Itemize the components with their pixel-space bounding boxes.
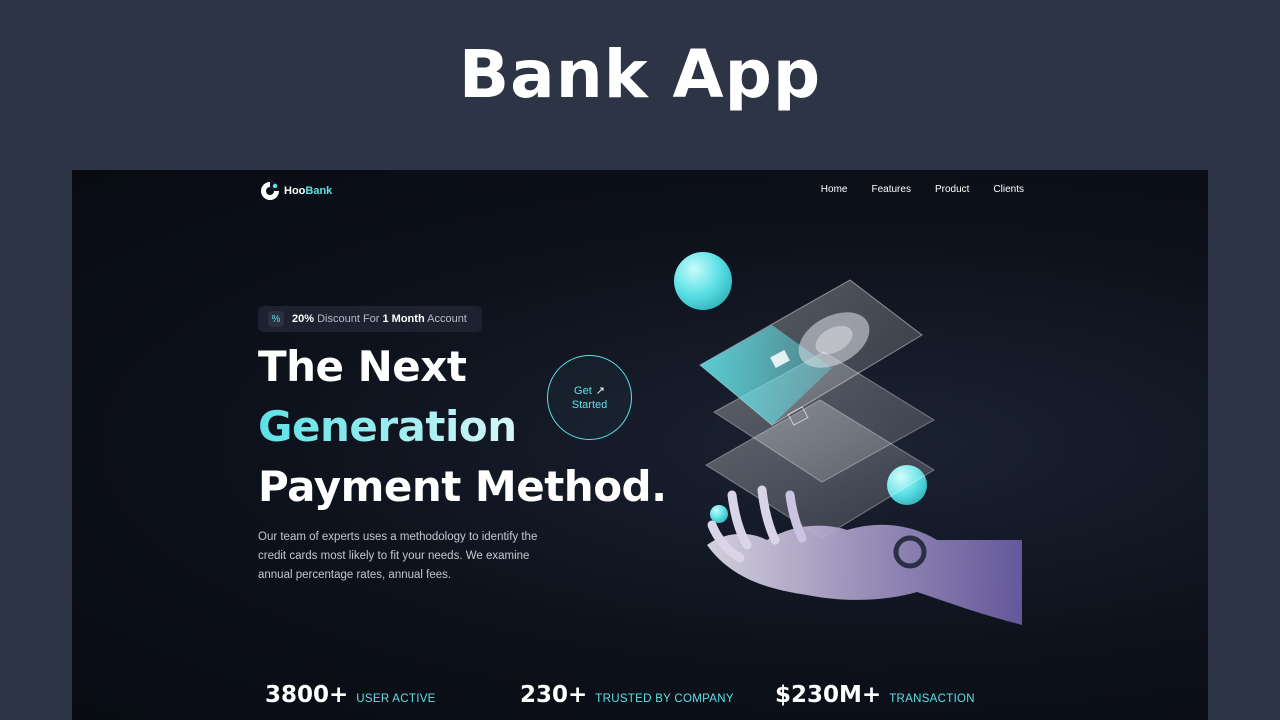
stat-transaction: $230M+ TRANSACTION	[775, 682, 1030, 708]
stat-label: TRUSTED BY COMPANY	[595, 693, 734, 705]
banner-title: Bank App	[458, 36, 822, 113]
logo[interactable]: HooBank	[260, 181, 332, 201]
hero-description: Our team of experts uses a methodology t…	[258, 531, 538, 581]
logo-text: HooBank	[284, 185, 332, 197]
logo-text-bank: Bank	[305, 185, 333, 197]
hero-heading-line-1: The Next	[258, 342, 467, 391]
badge-duration: 1 Month	[382, 313, 425, 325]
logo-text-hoo: Hoo	[284, 185, 306, 197]
nav-item-product[interactable]: Product	[935, 184, 969, 195]
get-started-label-top: Get	[574, 384, 592, 397]
website-screenshot: HooBank Home Features Product Clients % …	[72, 170, 1208, 720]
badge-percent: 20%	[292, 313, 315, 325]
nav-item-home[interactable]: Home	[821, 184, 848, 195]
stat-value: 230+	[520, 682, 588, 708]
stat-value: 3800+	[265, 682, 349, 708]
stat-label: TRANSACTION	[889, 693, 975, 705]
get-started-button[interactable]: Get ↗ Started	[547, 355, 632, 440]
stats-row: 3800+ USER ACTIVE 230+ TRUSTED BY COMPAN…	[265, 682, 1030, 708]
discount-badge: % 20% Discount For 1 Month Account	[258, 306, 482, 332]
badge-text-mid: Discount For	[314, 313, 383, 325]
credit-cards-illustration	[699, 279, 1022, 625]
nav-item-features[interactable]: Features	[871, 184, 910, 195]
hero-illustration	[672, 240, 1032, 640]
arrow-up-right-icon: ↗	[595, 384, 605, 397]
stat-user-active: 3800+ USER ACTIVE	[265, 682, 520, 708]
get-started-label-bottom: Started	[571, 398, 608, 411]
stat-label: USER ACTIVE	[356, 693, 436, 705]
nav-menu: Home Features Product Clients	[821, 184, 1024, 195]
badge-text-end: Account	[424, 313, 467, 325]
stat-value: $230M+	[775, 682, 882, 708]
discount-icon: %	[268, 311, 284, 327]
stat-trusted-by-company: 230+ TRUSTED BY COMPANY	[520, 682, 775, 708]
hero-heading-line-2: Generation	[258, 402, 517, 451]
nav-item-clients[interactable]: Clients	[993, 184, 1024, 195]
hero-heading-line-3: Payment Method.	[258, 462, 667, 511]
logo-icon	[261, 182, 279, 200]
